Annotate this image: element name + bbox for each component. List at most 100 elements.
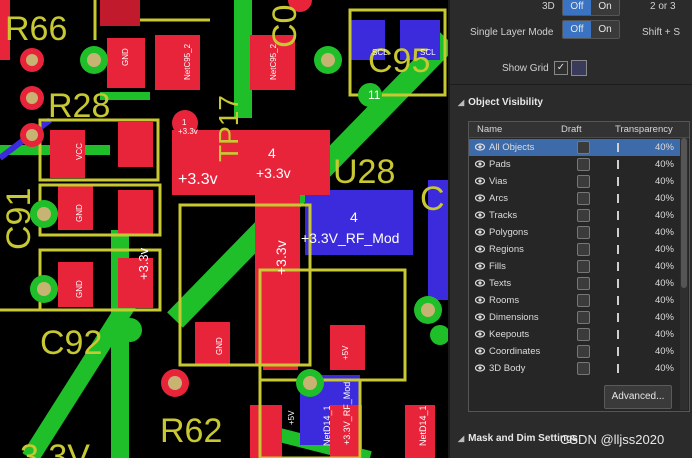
visibility-row[interactable]: Texts 40%: [469, 275, 680, 292]
column-header-transparency[interactable]: Transparency: [615, 124, 673, 135]
visibility-row-name: Rooms: [489, 295, 520, 306]
eye-icon[interactable]: [475, 159, 485, 169]
pin-number: 1: [182, 118, 187, 127]
eye-icon[interactable]: [475, 312, 485, 322]
visibility-row-name: Coordinates: [489, 346, 541, 357]
view-3d-hint: 2 or 3: [650, 1, 676, 12]
eye-icon[interactable]: [475, 278, 485, 288]
transparency-value: 40%: [654, 159, 674, 170]
eye-icon[interactable]: [475, 244, 485, 254]
scrollbar-thumb[interactable]: [681, 138, 687, 288]
draft-checkbox[interactable]: [577, 328, 590, 341]
silk-label: C: [420, 180, 445, 218]
visibility-row[interactable]: All Objects 40%: [469, 139, 680, 156]
transparency-value: 40%: [654, 176, 674, 187]
visibility-row[interactable]: Rooms 40%: [469, 292, 680, 309]
draft-checkbox[interactable]: [577, 311, 590, 324]
transparency-slider[interactable]: [617, 143, 619, 152]
transparency-slider[interactable]: [617, 347, 619, 356]
transparency-value: 40%: [654, 312, 674, 323]
view-3d-on-option[interactable]: On: [591, 0, 619, 15]
net-label: NetD14_1: [322, 405, 332, 446]
eye-icon[interactable]: [475, 295, 485, 305]
draft-checkbox[interactable]: [577, 294, 590, 307]
visibility-row[interactable]: Polygons 40%: [469, 224, 680, 241]
draft-checkbox[interactable]: [577, 345, 590, 358]
draft-checkbox[interactable]: [577, 175, 590, 188]
net-label: +3.3v: [178, 171, 218, 188]
visibility-row[interactable]: Dimensions 40%: [469, 309, 680, 326]
eye-icon[interactable]: [475, 210, 485, 220]
transparency-slider[interactable]: [617, 245, 619, 254]
view-3d-off-option[interactable]: Off: [563, 0, 591, 15]
object-visibility-header[interactable]: ◢ Object Visibility: [458, 97, 543, 108]
transparency-slider[interactable]: [617, 279, 619, 288]
silk-label: C0: [266, 5, 304, 48]
transparency-slider[interactable]: [617, 228, 619, 237]
eye-icon[interactable]: [475, 193, 485, 203]
net-label: +3.3v: [178, 127, 198, 136]
watermark-text: CSDN @lljss2020: [560, 432, 665, 447]
column-header-name[interactable]: Name: [477, 124, 502, 135]
column-header-draft[interactable]: Draft: [561, 124, 582, 135]
visibility-row[interactable]: Tracks 40%: [469, 207, 680, 224]
eye-icon[interactable]: [475, 363, 485, 373]
transparency-slider[interactable]: [617, 296, 619, 305]
transparency-slider[interactable]: [617, 330, 619, 339]
single-layer-off-option[interactable]: Off: [563, 21, 591, 38]
object-visibility-table: Name Draft Transparency All Objects 40% Pa…: [468, 121, 690, 412]
visibility-row[interactable]: Keepouts 40%: [469, 326, 680, 343]
eye-icon[interactable]: [475, 142, 485, 152]
draft-checkbox[interactable]: [577, 158, 590, 171]
visibility-row[interactable]: Fills 40%: [469, 258, 680, 275]
visibility-row-name: Polygons: [489, 227, 529, 238]
net-label: +3.3v: [273, 240, 289, 275]
pcb-canvas[interactable]: R66 R28 C91 C92 R62 U28 TP17 C95 C0 C 3.…: [0, 0, 448, 458]
silk-label: 3.3V: [20, 438, 90, 458]
silk-label: C92: [40, 324, 102, 362]
transparency-slider[interactable]: [617, 194, 619, 203]
visibility-row[interactable]: Arcs 40%: [469, 190, 680, 207]
visibility-row-name: Fills: [489, 261, 506, 272]
collapse-triangle-icon: ◢: [458, 98, 465, 107]
net-label: NetC95_2: [183, 43, 192, 80]
transparency-slider[interactable]: [617, 262, 619, 271]
transparency-slider[interactable]: [617, 160, 619, 169]
draft-checkbox[interactable]: [577, 362, 590, 375]
draft-checkbox[interactable]: [577, 243, 590, 256]
visibility-row[interactable]: Coordinates 40%: [469, 343, 680, 360]
visibility-row-name: Keepouts: [489, 329, 530, 340]
net-label: +5V: [341, 345, 350, 360]
table-scrollbar[interactable]: [680, 138, 688, 410]
eye-icon[interactable]: [475, 176, 485, 186]
draft-checkbox[interactable]: [577, 226, 590, 239]
eye-icon[interactable]: [475, 329, 485, 339]
eye-icon[interactable]: [475, 227, 485, 237]
show-grid-checkbox[interactable]: ✓: [554, 61, 568, 75]
draft-checkbox[interactable]: [577, 260, 590, 273]
grid-color-swatch[interactable]: [571, 60, 587, 76]
draft-checkbox[interactable]: [577, 209, 590, 222]
view-3d-toggle[interactable]: Off On: [562, 0, 620, 16]
transparency-slider[interactable]: [617, 364, 619, 373]
net-label: +5V: [287, 410, 296, 425]
single-layer-on-option[interactable]: On: [591, 21, 619, 38]
transparency-slider[interactable]: [617, 177, 619, 186]
visibility-row[interactable]: Regions 40%: [469, 241, 680, 258]
transparency-slider[interactable]: [617, 211, 619, 220]
eye-icon[interactable]: [475, 346, 485, 356]
draft-checkbox[interactable]: [577, 192, 590, 205]
net-label: 11: [368, 88, 381, 102]
advanced-button[interactable]: Advanced...: [604, 385, 672, 409]
visibility-row[interactable]: 3D Body 40%: [469, 360, 680, 377]
single-layer-toggle[interactable]: Off On: [562, 20, 620, 39]
visibility-row[interactable]: Vias 40%: [469, 173, 680, 190]
transparency-slider[interactable]: [617, 313, 619, 322]
silk-label: R66: [5, 10, 67, 48]
visibility-row[interactable]: Pads 40%: [469, 156, 680, 173]
transparency-value: 40%: [654, 210, 674, 221]
eye-icon[interactable]: [475, 261, 485, 271]
visibility-row-name: Tracks: [489, 210, 518, 221]
draft-checkbox[interactable]: [577, 277, 590, 290]
draft-checkbox[interactable]: [577, 141, 590, 154]
